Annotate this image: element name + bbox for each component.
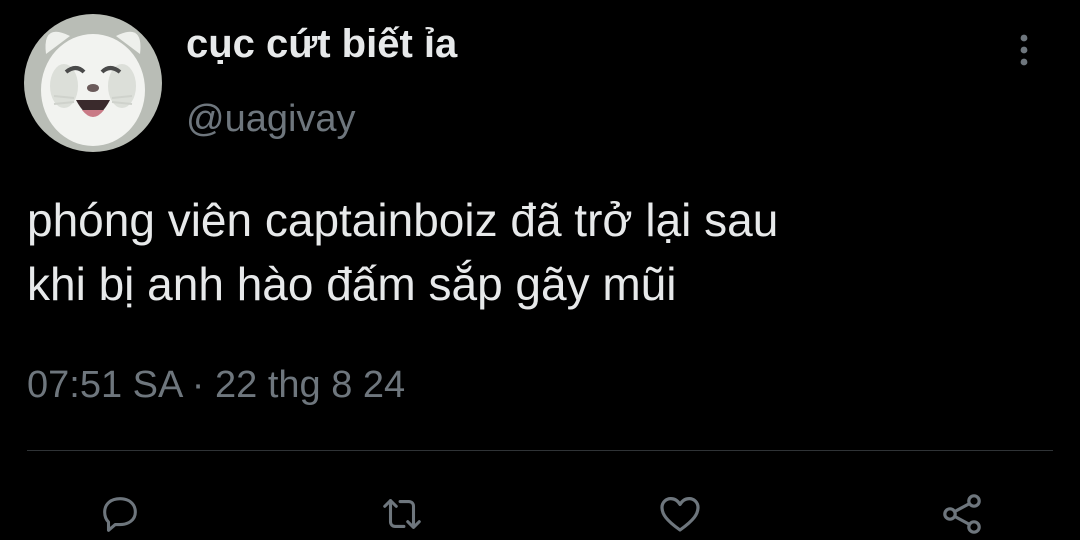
retweet-icon	[383, 499, 421, 529]
user-handle[interactable]: @uagivay	[186, 98, 356, 141]
reply-icon	[103, 497, 137, 532]
tweet-timestamp[interactable]: 07:51 SA · 22 thg 8 24	[27, 364, 405, 407]
divider	[27, 450, 1053, 451]
more-options-button[interactable]	[1004, 30, 1044, 70]
avatar[interactable]	[24, 14, 162, 152]
more-vertical-icon	[1020, 34, 1028, 66]
white-cat-avatar-image	[24, 14, 162, 152]
reply-button[interactable]	[96, 490, 144, 538]
like-button[interactable]	[656, 490, 704, 538]
display-name[interactable]: cục cứt biết ỉa	[186, 22, 457, 67]
like-icon	[660, 497, 700, 532]
retweet-button[interactable]	[378, 490, 426, 538]
share-button[interactable]	[938, 490, 986, 538]
tweet-text: phóng viên captainboiz đã trở lại sau kh…	[27, 194, 779, 310]
share-icon	[943, 494, 981, 534]
